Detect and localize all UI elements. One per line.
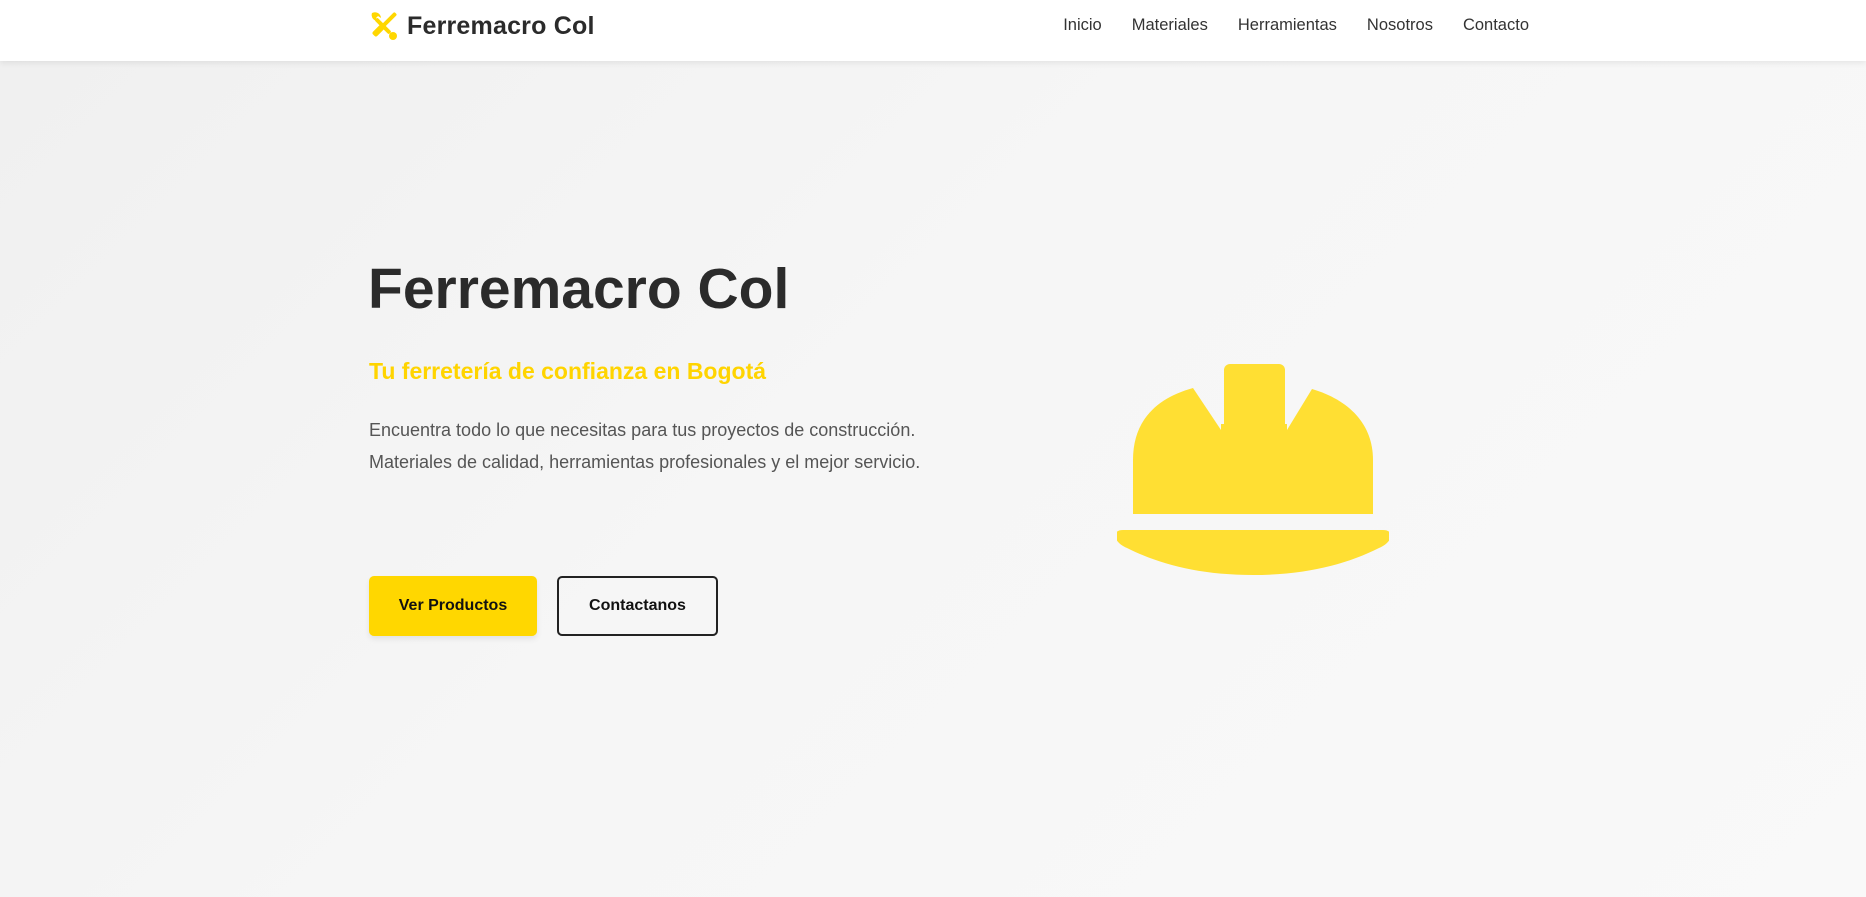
contact-button[interactable]: Contactanos	[557, 576, 718, 636]
nav-menu: Inicio Materiales Herramientas Nosotros …	[1063, 16, 1529, 35]
brand-link[interactable]: Ferremacro Col	[367, 9, 595, 43]
nav-link-herramientas[interactable]: Herramientas	[1238, 16, 1337, 34]
view-products-button[interactable]: Ver Productos	[369, 576, 537, 636]
nav-link-contacto[interactable]: Contacto	[1463, 16, 1529, 34]
tools-icon	[371, 12, 397, 40]
hero-title: Ferremacro Col	[368, 257, 790, 321]
hero-description-line-1: Encuentra todo lo que necesitas para tus…	[369, 420, 916, 440]
hero-subtitle: Tu ferretería de confianza en Bogotá	[369, 358, 767, 384]
top-navbar: Ferremacro Col Inicio Materiales Herrami…	[0, 0, 1866, 61]
brand-name: Ferremacro Col	[407, 11, 595, 40]
nav-link-inicio[interactable]: Inicio	[1063, 16, 1102, 34]
hero-section	[0, 61, 1866, 897]
nav-link-materiales[interactable]: Materiales	[1132, 16, 1208, 34]
hero-description-line-2: Materiales de calidad, herramientas prof…	[369, 452, 921, 472]
nav-link-nosotros[interactable]: Nosotros	[1367, 16, 1433, 34]
hero-description: Encuentra todo lo que necesitas para tus…	[369, 414, 989, 478]
hard-hat-icon	[1117, 364, 1389, 575]
